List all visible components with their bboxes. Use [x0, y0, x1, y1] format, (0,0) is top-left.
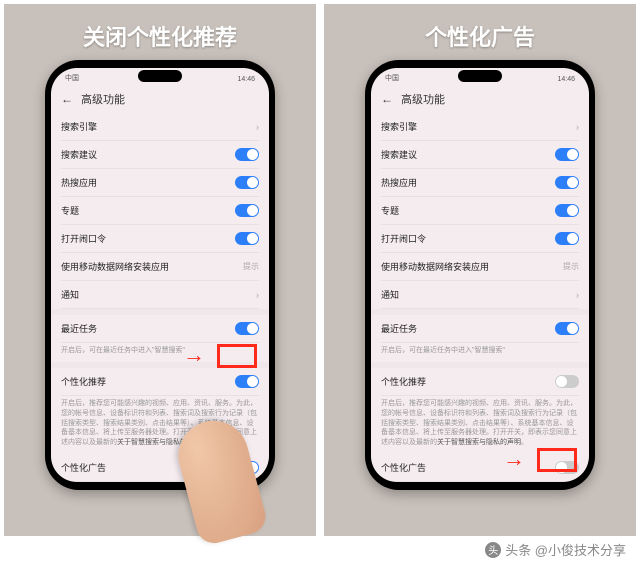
row-open-password[interactable]: 打开闹口令 [61, 225, 259, 253]
row-personalized-rec[interactable]: 个性化推荐 [61, 368, 259, 396]
screen: 中国 14:46 ← 高级功能 搜索引擎 › 搜索建议 [371, 68, 589, 482]
chevron-right-icon: › [256, 290, 259, 300]
toggle-topics[interactable] [235, 204, 259, 217]
personalized-rec-desc: 开启后，推荐您可能感兴趣的视频、应用、资讯、服务。为此，您的帐号信息、设备标识符… [381, 396, 579, 454]
toggle-hot-apps[interactable] [235, 176, 259, 189]
toutiao-icon: 头 [485, 542, 501, 558]
toggle-recent-tasks[interactable] [555, 322, 579, 335]
row-search-engine[interactable]: 搜索引擎 › [61, 113, 259, 141]
carrier: 中国 [65, 73, 79, 83]
toggle-open-password[interactable] [235, 232, 259, 245]
carrier: 中国 [385, 73, 399, 83]
row-recent-tasks[interactable]: 最近任务 [381, 315, 579, 343]
toggle-topics[interactable] [555, 204, 579, 217]
toggle-search-suggest[interactable] [555, 148, 579, 161]
row-search-suggest[interactable]: 搜索建议 [61, 141, 259, 169]
row-personalized-rec[interactable]: 个性化推荐 [381, 368, 579, 396]
toggle-search-suggest[interactable] [235, 148, 259, 161]
row-search-suggest[interactable]: 搜索建议 [381, 141, 579, 169]
phone-frame: 中国 14:46 ← 高级功能 搜索引擎 › 搜索建议 [45, 60, 275, 490]
clock: 14:46 [237, 76, 255, 83]
settings-list: 搜索引擎 › 搜索建议 热搜应用 专题 [51, 113, 269, 482]
mobile-data-hint: 提示 [563, 261, 579, 272]
watermark-text: 头条 @小俊技术分享 [505, 540, 626, 559]
mobile-data-hint: 提示 [243, 261, 259, 272]
row-hot-apps[interactable]: 热搜应用 [381, 169, 579, 197]
screen: 中国 14:46 ← 高级功能 搜索引擎 › 搜索建议 [51, 68, 269, 482]
toggle-open-password[interactable] [555, 232, 579, 245]
chevron-right-icon: › [576, 122, 579, 132]
settings-list: 搜索引擎 › 搜索建议 热搜应用 专题 [371, 113, 589, 482]
left-panel: 关闭个性化推荐 中国 14:46 ← 高级功能 搜索引擎 › [4, 4, 316, 536]
page-title: 高级功能 [401, 91, 445, 107]
notch [458, 70, 502, 82]
recent-tasks-desc: 开启后，可在最近任务中进入"智慧搜索" [61, 343, 259, 362]
row-open-password[interactable]: 打开闹口令 [381, 225, 579, 253]
toggle-hot-apps[interactable] [555, 176, 579, 189]
row-search-engine[interactable]: 搜索引擎 › [381, 113, 579, 141]
row-personalized-ads[interactable]: 个性化广告 [381, 454, 579, 482]
row-recent-tasks[interactable]: 最近任务 [61, 315, 259, 343]
row-mobile-data[interactable]: 使用移动数据网络安装应用 提示 [61, 253, 259, 281]
toggle-recent-tasks[interactable] [235, 322, 259, 335]
page-header: ← 高级功能 [371, 85, 589, 113]
left-title: 关闭个性化推荐 [83, 20, 237, 52]
chevron-right-icon: › [576, 290, 579, 300]
right-panel: 个性化广告 中国 14:46 ← 高级功能 搜索引擎 › [324, 4, 636, 536]
back-icon[interactable]: ← [381, 92, 393, 106]
page-header: ← 高级功能 [51, 85, 269, 113]
phone-frame: 中国 14:46 ← 高级功能 搜索引擎 › 搜索建议 [365, 60, 595, 490]
row-mobile-data[interactable]: 使用移动数据网络安装应用 提示 [381, 253, 579, 281]
chevron-right-icon: › [256, 122, 259, 132]
watermark: 头 头条 @小俊技术分享 [485, 540, 626, 559]
toggle-personalized-rec[interactable] [235, 375, 259, 388]
arrow-annotation: → [183, 342, 205, 368]
row-hot-apps[interactable]: 热搜应用 [61, 169, 259, 197]
row-topics[interactable]: 专题 [381, 197, 579, 225]
row-topics[interactable]: 专题 [61, 197, 259, 225]
row-notifications[interactable]: 通知 › [61, 281, 259, 309]
notch [138, 70, 182, 82]
toggle-personalized-rec[interactable] [555, 375, 579, 388]
back-icon[interactable]: ← [61, 92, 73, 106]
toggle-personalized-ads[interactable] [555, 461, 579, 474]
right-title: 个性化广告 [425, 20, 535, 52]
page-title: 高级功能 [81, 91, 125, 107]
recent-tasks-desc: 开启后，可在最近任务中进入"智慧搜索" [381, 343, 579, 362]
row-notifications[interactable]: 通知 › [381, 281, 579, 309]
clock: 14:46 [557, 76, 575, 83]
arrow-annotation: → [503, 446, 525, 472]
